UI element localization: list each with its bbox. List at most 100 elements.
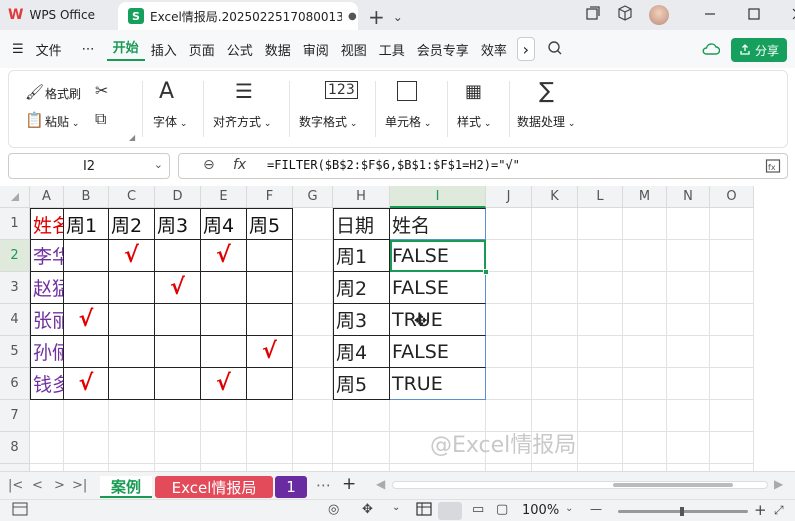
- menu-tools[interactable]: 工具: [373, 40, 411, 59]
- empty-cell[interactable]: [486, 336, 532, 368]
- checkmark-cell[interactable]: √: [109, 240, 155, 272]
- fill-handle[interactable]: [483, 269, 489, 275]
- result-value-cell[interactable]: TRUE: [390, 368, 486, 400]
- result-day-cell[interactable]: 周3: [333, 304, 390, 336]
- sheet-tab-case[interactable]: 案例: [100, 476, 152, 498]
- result-day-cell[interactable]: 周2: [333, 272, 390, 304]
- empty-check-cell[interactable]: [64, 240, 109, 272]
- result-value-cell[interactable]: FALSE: [390, 272, 486, 304]
- name-box[interactable]: I2 ⌄: [8, 153, 170, 179]
- empty-check-cell[interactable]: [201, 336, 247, 368]
- close-icon[interactable]: [791, 6, 795, 25]
- checkmark-cell[interactable]: √: [201, 368, 247, 400]
- column-header-m[interactable]: M: [623, 186, 667, 208]
- cell-group[interactable]: 单元格 ⌄: [379, 71, 445, 147]
- formula-input[interactable]: ⊖ fx =FILTER($B$2:$F$6,$B$1:$F$1=H2)="√"…: [178, 153, 788, 179]
- empty-cell[interactable]: [293, 272, 333, 304]
- header-week-cell[interactable]: 周1: [64, 208, 109, 240]
- student-name-cell[interactable]: 张丽: [30, 304, 64, 336]
- chevron-down-icon[interactable]: ⌄: [177, 119, 188, 129]
- row-header-5[interactable]: 5: [0, 336, 30, 368]
- empty-check-cell[interactable]: [109, 368, 155, 400]
- header-week-cell[interactable]: 周2: [109, 208, 155, 240]
- empty-cell[interactable]: [623, 432, 667, 464]
- empty-cell[interactable]: [710, 304, 754, 336]
- menu-review[interactable]: 审阅: [297, 40, 335, 59]
- empty-check-cell[interactable]: [247, 368, 293, 400]
- empty-cell[interactable]: [293, 400, 333, 432]
- empty-check-cell[interactable]: [201, 304, 247, 336]
- chevron-down-icon[interactable]: ⌄: [347, 119, 358, 129]
- reading-view-icon[interactable]: ▢: [496, 502, 508, 517]
- empty-cell[interactable]: [247, 400, 293, 432]
- empty-check-cell[interactable]: [201, 272, 247, 304]
- empty-check-cell[interactable]: [247, 304, 293, 336]
- menu-efficiency[interactable]: 效率: [475, 40, 513, 59]
- next-sheet-icon[interactable]: >: [54, 478, 65, 493]
- eye-protection-icon[interactable]: ◎: [328, 502, 339, 517]
- menu-home[interactable]: 开始: [106, 37, 145, 61]
- empty-cell[interactable]: [30, 432, 64, 464]
- unsaved-dot-icon[interactable]: ●: [348, 11, 357, 22]
- add-sheet-button[interactable]: +: [342, 474, 356, 494]
- chevron-down-icon[interactable]: ⌄: [154, 158, 163, 171]
- zoom-slider-thumb[interactable]: [680, 507, 684, 516]
- alignment-group[interactable]: ☰ 对齐方式 ⌄: [207, 71, 287, 147]
- result-day-cell[interactable]: 周4: [333, 336, 390, 368]
- column-header-j[interactable]: J: [486, 186, 532, 208]
- result-value-cell[interactable]: TRUE: [390, 304, 486, 336]
- zoom-dropdown-icon[interactable]: ⌄: [565, 503, 573, 514]
- column-header-h[interactable]: H: [333, 186, 390, 208]
- empty-cell[interactable]: [710, 336, 754, 368]
- row-header-4[interactable]: 4: [0, 304, 30, 336]
- empty-cell[interactable]: [667, 400, 710, 432]
- empty-cell[interactable]: [623, 368, 667, 400]
- empty-check-cell[interactable]: [64, 336, 109, 368]
- header-name-cell[interactable]: 姓名: [30, 208, 64, 240]
- first-sheet-icon[interactable]: |<: [8, 478, 23, 493]
- header-week-cell[interactable]: 周3: [155, 208, 201, 240]
- menu-file[interactable]: 文件: [30, 40, 68, 59]
- empty-cell[interactable]: [201, 400, 247, 432]
- empty-cell[interactable]: [578, 272, 623, 304]
- copy-icon[interactable]: ⧉: [95, 109, 106, 129]
- empty-cell[interactable]: [532, 272, 578, 304]
- sheet-tab-1[interactable]: 1: [275, 476, 307, 498]
- scroll-right-icon[interactable]: ▶: [774, 477, 783, 491]
- prev-sheet-icon[interactable]: <: [32, 478, 43, 493]
- row-header-2[interactable]: 2: [0, 240, 30, 272]
- empty-cell[interactable]: [293, 336, 333, 368]
- checkmark-cell[interactable]: √: [247, 336, 293, 368]
- checkmark-cell[interactable]: √: [64, 368, 109, 400]
- document-tab[interactable]: S Excel情报局.2025022517080013 ●: [118, 2, 358, 30]
- empty-cell[interactable]: [667, 208, 710, 240]
- number-format-group[interactable]: 123 数字格式 ⌄: [293, 71, 373, 147]
- empty-cell[interactable]: [710, 400, 754, 432]
- horizontal-scrollbar[interactable]: [392, 481, 768, 489]
- empty-cell[interactable]: [710, 208, 754, 240]
- chevron-down-icon[interactable]: ⌄: [392, 502, 400, 513]
- empty-cell[interactable]: [710, 432, 754, 464]
- empty-cell[interactable]: [667, 272, 710, 304]
- result-day-cell[interactable]: 周1: [333, 240, 390, 272]
- select-all-corner[interactable]: [0, 186, 30, 208]
- chevron-down-icon[interactable]: ⌄: [69, 119, 80, 129]
- empty-cell[interactable]: [247, 432, 293, 464]
- scroll-left-icon[interactable]: ◀: [376, 477, 385, 491]
- chevron-down-icon[interactable]: ⌄: [481, 119, 492, 129]
- empty-cell[interactable]: [578, 240, 623, 272]
- clipboard-launcher-icon[interactable]: ◢: [129, 133, 135, 142]
- empty-cell[interactable]: [532, 240, 578, 272]
- column-header-d[interactable]: D: [155, 186, 201, 208]
- menu-page[interactable]: 页面: [183, 40, 221, 59]
- header-week-cell[interactable]: 周5: [247, 208, 293, 240]
- empty-cell[interactable]: [486, 368, 532, 400]
- column-header-a[interactable]: A: [30, 186, 64, 208]
- checkmark-cell[interactable]: √: [64, 304, 109, 336]
- row-header-7[interactable]: 7: [0, 400, 30, 432]
- empty-cell[interactable]: [578, 304, 623, 336]
- move-icon[interactable]: ✥: [362, 502, 373, 517]
- student-name-cell[interactable]: 赵猛: [30, 272, 64, 304]
- empty-cell[interactable]: [486, 272, 532, 304]
- result-name-header[interactable]: 姓名: [390, 208, 486, 240]
